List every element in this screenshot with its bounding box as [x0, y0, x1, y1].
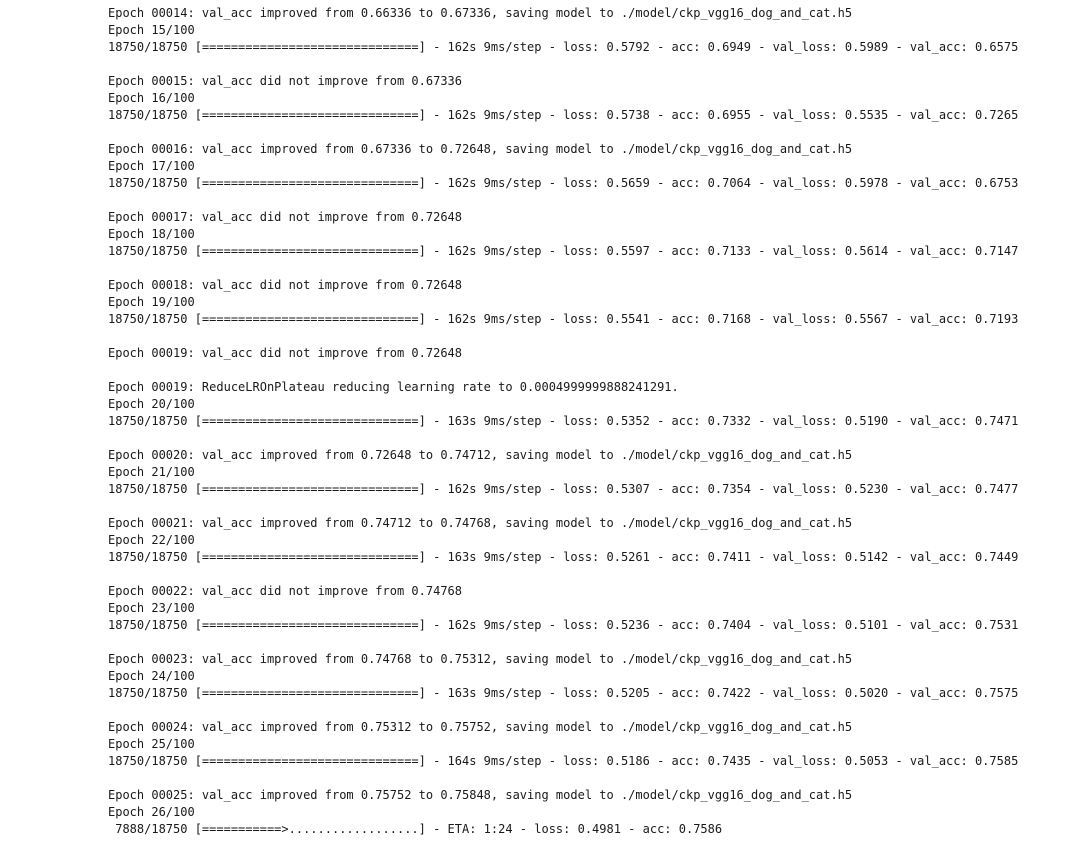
checkpoint-message-line: Epoch 00020: val_acc improved from 0.726… [108, 448, 853, 462]
epoch-header-line: Epoch 15/100 [108, 23, 195, 37]
epoch-header-line: Epoch 18/100 [108, 227, 195, 241]
checkpoint-message-line: Epoch 00021: val_acc improved from 0.747… [108, 516, 853, 530]
epoch-header-line: Epoch 24/100 [108, 669, 195, 683]
checkpoint-message-line: Epoch 00019: val_acc did not improve fro… [108, 346, 463, 360]
progress-line: 18750/18750 [===========================… [108, 686, 1019, 700]
progress-line: 18750/18750 [===========================… [108, 312, 1019, 326]
checkpoint-message-line: Epoch 00015: val_acc did not improve fro… [108, 74, 463, 88]
progress-line: 18750/18750 [===========================… [108, 482, 1019, 496]
progress-line: 18750/18750 [===========================… [108, 244, 1019, 258]
checkpoint-message-line: Epoch 00016: val_acc improved from 0.673… [108, 142, 853, 156]
checkpoint-message-line: Epoch 00025: val_acc improved from 0.757… [108, 788, 853, 802]
progress-line: 18750/18750 [===========================… [108, 108, 1019, 122]
checkpoint-message-line: Epoch 00019: ReduceLROnPlateau reducing … [108, 380, 679, 394]
checkpoint-message-line: Epoch 00023: val_acc improved from 0.747… [108, 652, 853, 666]
epoch-header-line: Epoch 21/100 [108, 465, 195, 479]
checkpoint-message-line: Epoch 00018: val_acc did not improve fro… [108, 278, 463, 292]
epoch-header-line: Epoch 16/100 [108, 91, 195, 105]
checkpoint-message-line: Epoch 00017: val_acc did not improve fro… [108, 210, 463, 224]
epoch-header-line: Epoch 19/100 [108, 295, 195, 309]
epoch-header-line: Epoch 17/100 [108, 159, 195, 173]
progress-line: 7888/18750 [===========>................… [108, 822, 723, 836]
progress-line: 18750/18750 [===========================… [108, 754, 1019, 768]
progress-line: 18750/18750 [===========================… [108, 414, 1019, 428]
checkpoint-message-line: Epoch 00024: val_acc improved from 0.753… [108, 720, 853, 734]
progress-line: 18750/18750 [===========================… [108, 40, 1019, 54]
training-log-output: Epoch 00014: val_acc improved from 0.663… [108, 5, 1068, 838]
progress-line: 18750/18750 [===========================… [108, 176, 1019, 190]
progress-line: 18750/18750 [===========================… [108, 618, 1019, 632]
epoch-header-line: Epoch 25/100 [108, 737, 195, 751]
epoch-header-line: Epoch 22/100 [108, 533, 195, 547]
checkpoint-message-line: Epoch 00014: val_acc improved from 0.663… [108, 6, 853, 20]
checkpoint-message-line: Epoch 00022: val_acc did not improve fro… [108, 584, 463, 598]
epoch-header-line: Epoch 26/100 [108, 805, 195, 819]
epoch-header-line: Epoch 23/100 [108, 601, 195, 615]
progress-line: 18750/18750 [===========================… [108, 550, 1019, 564]
epoch-header-line: Epoch 20/100 [108, 397, 195, 411]
